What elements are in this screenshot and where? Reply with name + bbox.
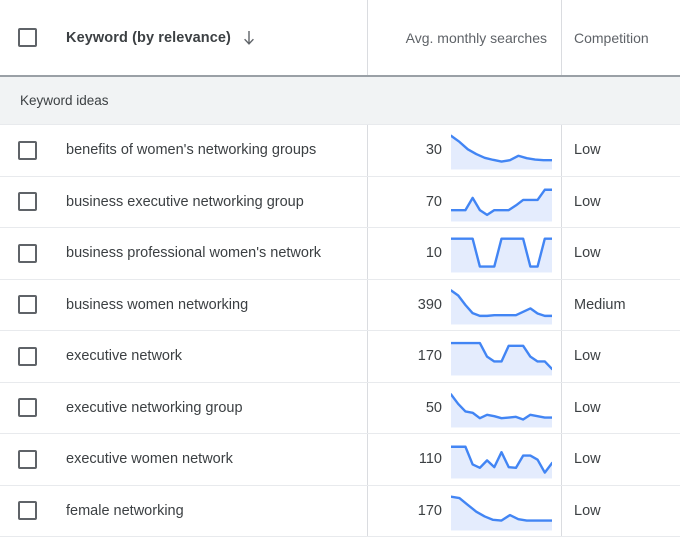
volume-value: 170 (368, 348, 451, 364)
competition-cell: Low (562, 383, 680, 434)
row-checkbox-cell (0, 486, 66, 537)
keyword-text: executive network (66, 348, 182, 364)
header-competition-label: Competition (574, 30, 649, 46)
competition-cell: Low (562, 125, 680, 176)
row-checkbox[interactable] (18, 347, 37, 366)
volume-cell: 10 (368, 228, 562, 279)
row-checkbox-cell (0, 228, 66, 279)
volume-cell: 70 (368, 177, 562, 228)
trend-sparkline (451, 491, 552, 531)
competition-cell: Low (562, 331, 680, 382)
competition-value: Low (574, 194, 601, 210)
keyword-cell[interactable]: female networking (66, 486, 368, 537)
volume-value: 30 (368, 142, 451, 158)
competition-cell: Low (562, 434, 680, 485)
row-checkbox[interactable] (18, 398, 37, 417)
competition-value: Low (574, 503, 601, 519)
competition-cell: Low (562, 228, 680, 279)
competition-value: Low (574, 142, 601, 158)
row-checkbox[interactable] (18, 141, 37, 160)
volume-value: 390 (368, 297, 451, 313)
volume-cell: 110 (368, 434, 562, 485)
competition-value: Low (574, 348, 601, 364)
row-checkbox[interactable] (18, 501, 37, 520)
table-row[interactable]: business women networking 390 Medium (0, 280, 680, 332)
keyword-text: business women networking (66, 297, 248, 313)
keyword-cell[interactable]: benefits of women's networking groups (66, 125, 368, 176)
keyword-cell[interactable]: business executive networking group (66, 177, 368, 228)
volume-cell: 30 (368, 125, 562, 176)
trend-sparkline (451, 130, 552, 170)
trend-sparkline (451, 439, 552, 479)
competition-cell: Low (562, 486, 680, 537)
header-keyword-cell[interactable]: Keyword (by relevance) (66, 0, 368, 75)
volume-cell: 390 (368, 280, 562, 331)
row-checkbox-cell (0, 331, 66, 382)
keyword-text: business executive networking group (66, 194, 304, 210)
header-volume-label: Avg. monthly searches (406, 30, 547, 46)
row-checkbox[interactable] (18, 192, 37, 211)
group-band-keyword-ideas: Keyword ideas (0, 77, 680, 125)
volume-cell: 170 (368, 486, 562, 537)
trend-sparkline (451, 233, 552, 273)
row-checkbox[interactable] (18, 295, 37, 314)
keyword-text: business professional women's network (66, 245, 321, 261)
group-band-label: Keyword ideas (20, 93, 109, 108)
arrow-down-icon[interactable] (241, 29, 257, 47)
volume-cell: 170 (368, 331, 562, 382)
trend-sparkline (451, 182, 552, 222)
competition-value: Low (574, 245, 601, 261)
volume-value: 110 (368, 451, 451, 467)
row-checkbox-cell (0, 177, 66, 228)
table-row[interactable]: executive network 170 Low (0, 331, 680, 383)
row-checkbox-cell (0, 383, 66, 434)
table-row[interactable]: business professional women's network 10 L… (0, 228, 680, 280)
volume-value: 170 (368, 503, 451, 519)
trend-sparkline (451, 336, 552, 376)
row-checkbox[interactable] (18, 244, 37, 263)
keyword-text: benefits of women's networking groups (66, 142, 316, 158)
table-row[interactable]: female networking 170 Low (0, 486, 680, 537)
table-row[interactable]: executive women network 110 Low (0, 434, 680, 486)
competition-value: Low (574, 400, 601, 416)
keyword-cell[interactable]: executive networking group (66, 383, 368, 434)
volume-value: 50 (368, 400, 451, 416)
select-all-checkbox[interactable] (18, 28, 37, 47)
table-row[interactable]: benefits of women's networking groups 30 L… (0, 125, 680, 177)
volume-value: 10 (368, 245, 451, 261)
keyword-cell[interactable]: executive women network (66, 434, 368, 485)
header-checkbox-cell (0, 28, 66, 47)
keyword-cell[interactable]: executive network (66, 331, 368, 382)
keyword-text: executive women network (66, 451, 233, 467)
header-volume-cell[interactable]: Avg. monthly searches (368, 0, 562, 75)
trend-sparkline (451, 388, 552, 428)
row-checkbox-cell (0, 434, 66, 485)
keyword-cell[interactable]: business women networking (66, 280, 368, 331)
table-row[interactable]: business executive networking group 70 Low (0, 177, 680, 229)
table-body: benefits of women's networking groups 30 L… (0, 125, 680, 537)
keyword-ideas-table: Keyword (by relevance) Avg. monthly sear… (0, 0, 680, 537)
trend-sparkline (451, 285, 552, 325)
competition-value: Medium (574, 297, 626, 313)
row-checkbox-cell (0, 280, 66, 331)
row-checkbox-cell (0, 125, 66, 176)
table-header-row: Keyword (by relevance) Avg. monthly sear… (0, 0, 680, 77)
volume-value: 70 (368, 194, 451, 210)
keyword-text: female networking (66, 503, 184, 519)
keyword-text: executive networking group (66, 400, 243, 416)
row-checkbox[interactable] (18, 450, 37, 469)
table-row[interactable]: executive networking group 50 Low (0, 383, 680, 435)
competition-cell: Medium (562, 280, 680, 331)
header-competition-cell[interactable]: Competition (562, 0, 680, 75)
keyword-cell[interactable]: business professional women's network (66, 228, 368, 279)
header-keyword-label: Keyword (by relevance) (66, 30, 231, 46)
competition-cell: Low (562, 177, 680, 228)
competition-value: Low (574, 451, 601, 467)
volume-cell: 50 (368, 383, 562, 434)
